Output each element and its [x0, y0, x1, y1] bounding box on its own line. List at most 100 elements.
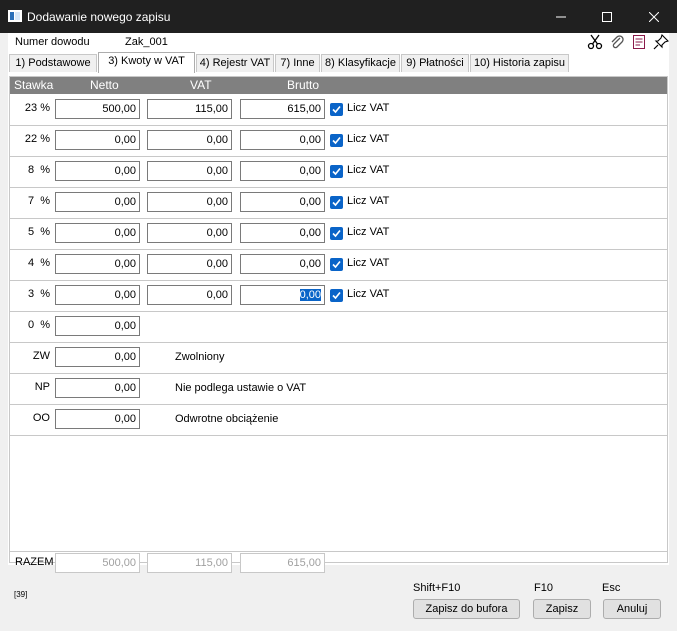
netto-input[interactable]: 0,00 — [55, 347, 140, 367]
minimize-button[interactable] — [538, 0, 584, 33]
vat-row-4: 4 % 0,00 0,00 0,00 Licz VAT — [10, 250, 667, 281]
vat-row-np: NP 0,00 Nie podlega ustawie o VAT — [10, 374, 667, 405]
tab-inne[interactable]: 7) Inne — [275, 54, 320, 72]
vat-row-23: 23 % 500,00 115,00 615,00 Licz VAT — [10, 95, 667, 126]
close-icon — [649, 11, 659, 22]
zapisz-button[interactable]: Zapisz — [533, 599, 591, 619]
tab-kwoty-w-vat[interactable]: 3) Kwoty w VAT — [98, 52, 195, 73]
shortcut-f10: F10 — [534, 582, 553, 594]
vat-input[interactable]: 0,00 — [147, 285, 232, 305]
vat-input[interactable]: 0,00 — [147, 192, 232, 212]
netto-input[interactable]: 0,00 — [55, 254, 140, 274]
licz-vat-checkbox[interactable] — [330, 134, 343, 147]
vat-input[interactable]: 0,00 — [147, 254, 232, 274]
minimize-icon — [556, 16, 566, 17]
netto-input[interactable]: 500,00 — [55, 99, 140, 119]
pin-icon[interactable] — [652, 33, 670, 51]
licz-vat-label: Licz VAT — [347, 195, 390, 207]
tab-rejestr-vat[interactable]: 4) Rejestr VAT — [196, 54, 274, 72]
netto-input[interactable]: 0,00 — [55, 130, 140, 150]
zapisz-do-bufora-button[interactable]: Zapisz do bufora — [413, 599, 520, 619]
checkmark-icon — [332, 105, 341, 114]
rate-label: ZW — [32, 350, 50, 362]
vat-input[interactable]: 0,00 — [147, 223, 232, 243]
window-title: Dodawanie nowego zapisu — [27, 10, 171, 24]
tab-podstawowe[interactable]: 1) Podstawowe — [9, 54, 97, 72]
rate-label: 3 % — [27, 288, 50, 300]
rate-label: 22 % — [24, 133, 50, 145]
licz-vat-checkbox[interactable] — [330, 227, 343, 240]
close-button[interactable] — [631, 0, 677, 33]
checkmark-icon — [332, 229, 341, 238]
netto-input[interactable]: 0,00 — [55, 409, 140, 429]
column-vat: VAT — [190, 78, 212, 92]
vat-row-oo: OO 0,00 Odwrotne obciążenie — [10, 405, 667, 436]
vat-amounts-panel: Stawka Netto VAT Brutto 23 % 500,00 115,… — [9, 76, 668, 573]
tab-platnosci[interactable]: 9) Płatności — [401, 54, 469, 72]
netto-input[interactable]: 0,00 — [55, 285, 140, 305]
document-icon[interactable] — [630, 33, 648, 51]
rate-description: Nie podlega ustawie o VAT — [175, 382, 307, 394]
razem-netto: 500,00 — [55, 553, 140, 573]
netto-input[interactable]: 0,00 — [55, 161, 140, 181]
vat-input[interactable]: 0,00 — [147, 161, 232, 181]
rate-label: 8 % — [27, 164, 50, 176]
razem-brutto: 615,00 — [240, 553, 325, 573]
vat-row-5: 5 % 0,00 0,00 0,00 Licz VAT — [10, 219, 667, 250]
brutto-input[interactable]: 0,00 — [240, 192, 325, 212]
tab-klasyfikacje[interactable]: 8) Klasyfikacje — [321, 54, 400, 72]
netto-input[interactable]: 0,00 — [55, 378, 140, 398]
vat-row-3: 3 % 0,00 0,00 0,00 Licz VAT — [10, 281, 667, 312]
checkmark-icon — [332, 167, 341, 176]
rate-description: Odwrotne obciążenie — [175, 413, 279, 425]
licz-vat-checkbox[interactable] — [330, 103, 343, 116]
licz-vat-label: Licz VAT — [347, 102, 390, 114]
brutto-input[interactable]: 0,00 — [240, 254, 325, 274]
maximize-button[interactable] — [584, 0, 630, 33]
maximize-icon — [602, 11, 612, 22]
anuluj-button[interactable]: Anuluj — [603, 599, 661, 619]
vat-input[interactable]: 115,00 — [147, 99, 232, 119]
brutto-input-focused[interactable]: 0,00 — [240, 285, 325, 305]
rate-description: Zwolniony — [175, 351, 225, 363]
rate-label: 23 % — [24, 102, 50, 114]
razem-vat: 115,00 — [147, 553, 232, 573]
brutto-input[interactable]: 0,00 — [240, 223, 325, 243]
toolbar — [586, 33, 670, 53]
app-icon — [8, 10, 22, 22]
vat-input[interactable]: 0,00 — [147, 130, 232, 150]
vat-row-zw: ZW 0,00 Zwolniony — [10, 343, 667, 374]
brutto-input[interactable]: 615,00 — [240, 99, 325, 119]
brutto-input[interactable]: 0,00 — [240, 161, 325, 181]
vat-row-8: 8 % 0,00 0,00 0,00 Licz VAT — [10, 157, 667, 188]
dialog-content: Numer dowodu Zak_001 1) Podstawowe 3) Kw… — [8, 33, 670, 573]
licz-vat-label: Licz VAT — [347, 257, 390, 269]
vat-row-7: 7 % 0,00 0,00 0,00 Licz VAT — [10, 188, 667, 219]
numer-dowodu-value: Zak_001 — [125, 36, 168, 48]
netto-input[interactable]: 0,00 — [55, 223, 140, 243]
rate-label: 0 % — [27, 319, 50, 331]
column-stawka: Stawka — [14, 78, 54, 92]
licz-vat-checkbox[interactable] — [330, 196, 343, 209]
rate-label: NP — [34, 381, 50, 393]
rate-label: 7 % — [27, 195, 50, 207]
netto-input[interactable]: 0,00 — [55, 316, 140, 336]
rate-label: 4 % — [27, 257, 50, 269]
licz-vat-checkbox[interactable] — [330, 289, 343, 302]
licz-vat-checkbox[interactable] — [330, 258, 343, 271]
column-brutto: Brutto — [287, 78, 320, 92]
scissors-icon[interactable] — [586, 33, 604, 51]
selected-text: 0,00 — [299, 289, 321, 301]
rate-label: 5 % — [27, 226, 50, 238]
tab-historia-zapisu[interactable]: 10) Historia zapisu — [470, 54, 569, 72]
licz-vat-label: Licz VAT — [347, 164, 390, 176]
vat-row-22: 22 % 0,00 0,00 0,00 Licz VAT — [10, 126, 667, 157]
razem-label: RAZEM — [15, 556, 54, 568]
paperclip-icon[interactable] — [608, 33, 626, 51]
licz-vat-checkbox[interactable] — [330, 165, 343, 178]
netto-input[interactable]: 0,00 — [55, 192, 140, 212]
tab-bar: 1) Podstawowe 3) Kwoty w VAT 4) Rejestr … — [9, 52, 669, 73]
checkmark-icon — [332, 136, 341, 145]
checkmark-icon — [332, 260, 341, 269]
brutto-input[interactable]: 0,00 — [240, 130, 325, 150]
